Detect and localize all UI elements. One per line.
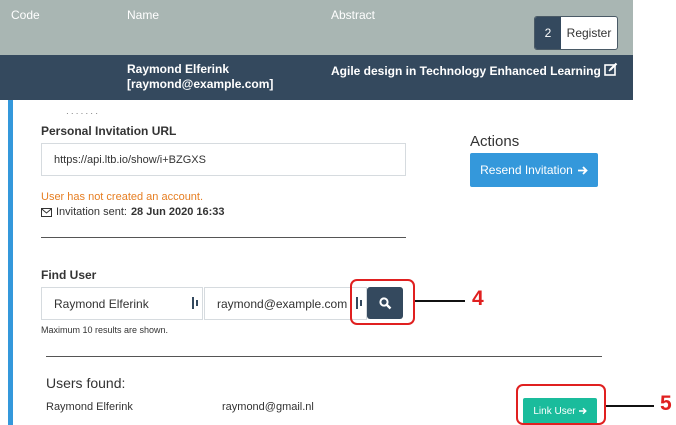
result-name: Raymond Elferink xyxy=(46,401,133,413)
invitation-sent-date: 28 Jun 2020 16:33 xyxy=(130,206,225,218)
arrow-right-icon xyxy=(577,165,588,175)
edit-icon[interactable] xyxy=(604,62,618,76)
results-limit-hint: Maximum 10 results are shown. xyxy=(41,325,169,335)
resend-invitation-button[interactable]: Resend Invitation xyxy=(470,153,598,187)
find-user-name-input[interactable]: Raymond Elferink xyxy=(41,287,203,320)
invitation-url-field[interactable]: https://api.ltb.io/show/i+BZGXS xyxy=(41,143,406,176)
register-label: Register xyxy=(566,26,612,40)
result-email: raymond@gmail.nl xyxy=(222,401,314,413)
find-user-email-input[interactable]: raymond@example.com xyxy=(204,287,367,320)
envelope-icon xyxy=(41,207,52,217)
divider xyxy=(46,356,602,357)
callout-line-5 xyxy=(606,405,654,407)
register-count: 2 xyxy=(535,17,561,49)
callout-line-4 xyxy=(415,300,465,302)
account-warning: User has not created an account. xyxy=(41,191,204,203)
header-name: Name xyxy=(127,8,160,22)
header-abstract: Abstract xyxy=(331,8,376,22)
invitation-url-label: Personal Invitation URL xyxy=(41,124,177,138)
cropped-text: · · · · · · · xyxy=(66,112,98,118)
divider xyxy=(41,237,406,238)
callout-number-5: 5 xyxy=(660,392,672,415)
user-row[interactable]: Raymond Elferink [raymond@example.com] A… xyxy=(0,55,633,100)
actions-title: Actions xyxy=(470,133,520,150)
user-row-name-block: Raymond Elferink [raymond@example.com] xyxy=(127,62,273,92)
invitation-sent-info: Invitation sent: 28 Jun 2020 16:33 xyxy=(41,206,225,218)
register-button[interactable]: 2 Register xyxy=(534,16,618,50)
user-row-email: [raymond@example.com] xyxy=(127,77,274,91)
callout-box-5 xyxy=(516,384,606,425)
field-handle-icon[interactable] xyxy=(191,297,199,309)
users-found-title: Users found: xyxy=(46,375,126,391)
callout-box-4 xyxy=(350,279,415,325)
find-user-label: Find User xyxy=(41,268,97,282)
resend-invitation-label: Resend Invitation xyxy=(480,163,573,177)
header-code: Code xyxy=(11,8,40,22)
user-row-name: Raymond Elferink xyxy=(127,62,230,76)
table-header: Code Name Abstract 2 Register xyxy=(0,0,633,55)
callout-number-4: 4 xyxy=(472,287,484,310)
invitation-sent-label: Invitation sent: xyxy=(56,206,127,218)
user-row-abstract: Agile design in Technology Enhanced Lear… xyxy=(331,64,601,78)
